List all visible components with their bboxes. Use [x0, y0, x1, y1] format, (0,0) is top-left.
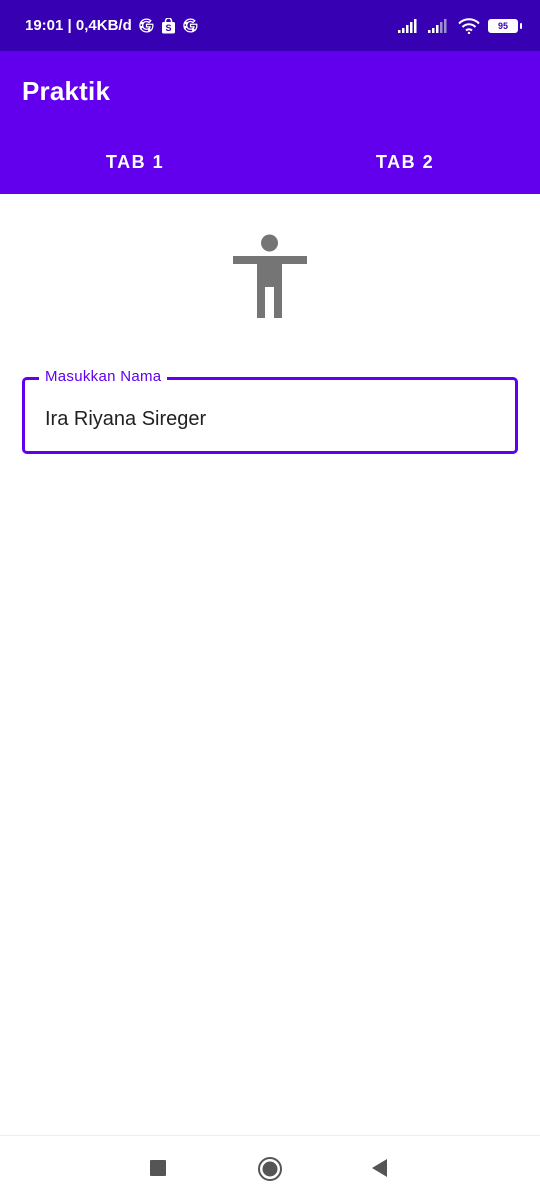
status-right: 95: [398, 17, 522, 34]
app-bar: Praktik: [0, 51, 540, 131]
navigation-bar: [0, 1135, 540, 1201]
battery-icon: 95: [488, 18, 522, 33]
name-field-value[interactable]: Ira Riyana Sireger: [45, 408, 206, 431]
shopping-bag-icon: S: [161, 17, 176, 34]
status-left: 19:01 | 0,4KB/d S: [25, 17, 199, 34]
name-field[interactable]: Masukkan Nama Ira Riyana Sireger: [22, 368, 518, 454]
status-time: 19:01 | 0,4KB/d: [25, 17, 132, 34]
name-field-label: Masukkan Nama: [39, 368, 168, 385]
google-icon: [138, 17, 155, 34]
recents-square-icon[interactable]: [146, 1156, 170, 1180]
home-circle-icon[interactable]: [257, 1156, 282, 1181]
tab-bar: TAB 1 TAB 2: [0, 131, 540, 194]
svg-text:S: S: [165, 23, 171, 33]
accessibility-person-icon: [230, 234, 310, 320]
signal-icon: [428, 18, 450, 33]
tab-2[interactable]: TAB 2: [270, 131, 540, 194]
status-bar: 19:01 | 0,4KB/d S 95: [0, 0, 540, 51]
signal-icon: [398, 18, 420, 33]
app-title: Praktik: [22, 75, 111, 106]
wifi-icon: [458, 17, 480, 34]
back-triangle-icon[interactable]: [368, 1156, 392, 1180]
tab-1[interactable]: TAB 1: [0, 131, 270, 194]
google-icon: [182, 17, 199, 34]
